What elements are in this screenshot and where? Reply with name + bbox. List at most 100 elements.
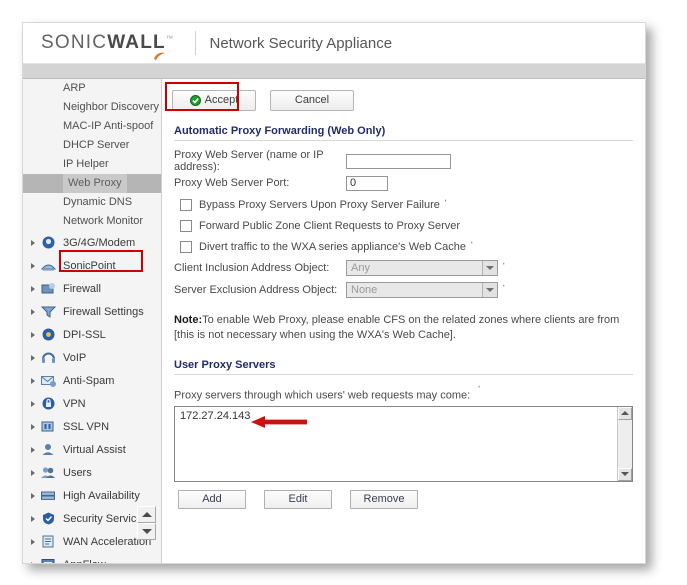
chevron-right-icon[interactable] [31,492,35,499]
sidebar-item-label: Firewall Settings [63,305,144,318]
sidebar-item-label: VoIP [63,351,87,364]
sidebar-item-virtual-assist[interactable]: Virtual Assist [23,438,161,461]
proxy-server-row: Proxy Web Server (name or IP address): [174,149,633,173]
help-tick-icon[interactable]: ˈ [470,241,474,253]
sidebar-nav[interactable]: ARP Neighbor Discovery MAC-IP Anti-spoof… [23,79,162,564]
chevron-down-icon[interactable] [482,283,497,297]
chevron-right-icon[interactable] [31,469,35,476]
sidebar-item-firewall-settings[interactable]: Firewall Settings [23,300,161,323]
web-proxy-note: Note:To enable Web Proxy, please enable … [174,313,633,343]
server-icon [41,491,55,500]
headset-icon [42,352,55,363]
sidebar-item-users[interactable]: Users [23,461,161,484]
chevron-right-icon[interactable] [31,331,35,338]
proxy-server-input[interactable] [346,153,451,169]
body-split: ARP Neighbor Discovery MAC-IP Anti-spoof… [23,79,645,564]
chevron-down-icon[interactable] [482,261,497,275]
section-title-auto-proxy: Automatic Proxy Forwarding (Web Only) [174,125,633,141]
sidebar-scroll-up-button[interactable] [137,506,156,523]
forward-public-zone-checkbox[interactable] [180,219,192,232]
note-line-1: To enable Web Proxy, please enable CFS o… [202,314,620,326]
sidebar-item-dhcp-server[interactable]: DHCP Server [23,136,161,155]
sidebar-item-appflow[interactable]: AppFlow [23,553,161,564]
sidebar-item-3g-4g-modem[interactable]: 3G/4G/Modem [23,231,161,254]
edit-button[interactable]: Edit [264,489,332,509]
sidebar-item-sonicpoint[interactable]: SonicPoint [23,254,161,277]
textarea-scroll-up-button[interactable] [618,406,632,420]
sidebar-item-label: Dynamic DNS [63,196,133,208]
sidebar-item-label: Firewall [63,282,101,295]
sidebar-scroll-down-button[interactable] [137,523,156,540]
remove-button-label: Remove [363,493,405,506]
sidebar-item-mac-ip-anti-spoof[interactable]: MAC-IP Anti-spoof [23,117,161,136]
sidebar-item-ssl-vpn[interactable]: SSL VPN [23,415,161,438]
chevron-right-icon[interactable] [31,239,35,246]
remove-button[interactable]: Remove [350,489,418,509]
divert-wxa-label: Divert traffic to the WXA series applian… [199,240,467,253]
chevron-right-icon[interactable] [31,423,35,430]
sidebar-item-neighbor-discovery[interactable]: Neighbor Discovery [23,98,161,117]
forward-public-zone-label: Forward Public Zone Client Requests to P… [199,219,461,232]
sidebar-item-label: AppFlow [63,559,106,564]
help-tick-icon[interactable]: ˈ [502,284,506,296]
sidebar-item-label: Network Monitor [63,215,144,227]
triangle-down-icon [141,529,152,534]
logo-wall-text: WALL [107,32,166,53]
chevron-right-icon[interactable] [31,262,35,269]
textarea-scrollbar[interactable] [617,406,632,481]
sidebar-item-label: VPN [63,397,86,410]
chevron-right-icon[interactable] [31,285,35,292]
note-prefix: Note: [174,314,203,326]
add-button[interactable]: Add [178,489,246,509]
chevron-right-icon[interactable] [31,400,35,407]
anti-spam-icon [41,376,56,387]
user-proxy-label-text: Proxy servers through which users' web r… [174,389,471,402]
sidebar-item-dynamic-dns[interactable]: Dynamic DNS [23,193,161,212]
sidebar-item-anti-spam[interactable]: Anti-Spam [23,369,161,392]
help-tick-icon[interactable]: ˈ [477,385,481,397]
client-inclusion-label: Client Inclusion Address Object: [174,262,330,274]
help-tick-icon[interactable]: ˈ [444,199,448,211]
sidebar-item-label: Security Services [63,512,148,525]
bypass-proxy-row: Bypass Proxy Servers Upon Proxy Server F… [174,194,633,215]
accept-button-label: Accept [204,94,239,106]
sidebar-item-arp[interactable]: ARP [23,79,161,98]
chevron-right-icon[interactable] [31,377,35,384]
chevron-right-icon[interactable] [31,561,35,563]
sidebar-item-firewall[interactable]: Firewall [23,277,161,300]
chevron-right-icon[interactable] [31,515,35,522]
users-icon [41,467,55,478]
user-proxy-textarea[interactable]: 172.27.24.143 [175,407,617,481]
server-exclusion-row: Server Exclusion Address Object: None ˈ [174,279,633,301]
chevron-right-icon[interactable] [31,446,35,453]
user-proxy-textarea-wrapper[interactable]: 172.27.24.143 [174,405,633,482]
bypass-proxy-checkbox[interactable] [180,198,192,211]
sidebar-item-label: SonicPoint [63,259,116,272]
document-icon [42,535,54,548]
accept-button[interactable]: Accept [172,89,256,111]
chevron-right-icon[interactable] [31,538,35,545]
server-exclusion-select[interactable]: None [346,282,498,298]
chevron-right-icon[interactable] [31,308,35,315]
textarea-scroll-down-button[interactable] [618,467,632,481]
proxy-port-input[interactable] [346,175,388,191]
sidebar-item-label: Users [63,466,92,479]
client-inclusion-select[interactable]: Any [346,260,498,276]
sonicwall-admin-window: SONICWALL™ Network Security Appliance AR… [22,22,646,564]
sidebar-scrollbar[interactable] [137,506,156,540]
sidebar-item-vpn[interactable]: VPN [23,392,161,415]
divert-wxa-checkbox[interactable] [180,240,192,253]
sidebar-item-web-proxy[interactable]: Web Proxy [23,174,161,193]
sidebar-item-high-availability[interactable]: High Availability [23,484,161,507]
sidebar-item-label: Web Proxy [63,174,127,193]
sidebar-item-label: DPI-SSL [63,328,106,341]
help-tick-icon[interactable]: ˈ [502,262,506,274]
sidebar-item-label: MAC-IP Anti-spoof [63,120,154,132]
header-subbar [23,64,645,79]
sidebar-item-network-monitor[interactable]: Network Monitor [23,212,161,231]
cancel-button[interactable]: Cancel [270,89,354,111]
sidebar-item-dpi-ssl[interactable]: DPI-SSL [23,323,161,346]
sidebar-item-ip-helper[interactable]: IP Helper [23,155,161,174]
sidebar-item-voip[interactable]: VoIP [23,346,161,369]
chevron-right-icon[interactable] [31,354,35,361]
